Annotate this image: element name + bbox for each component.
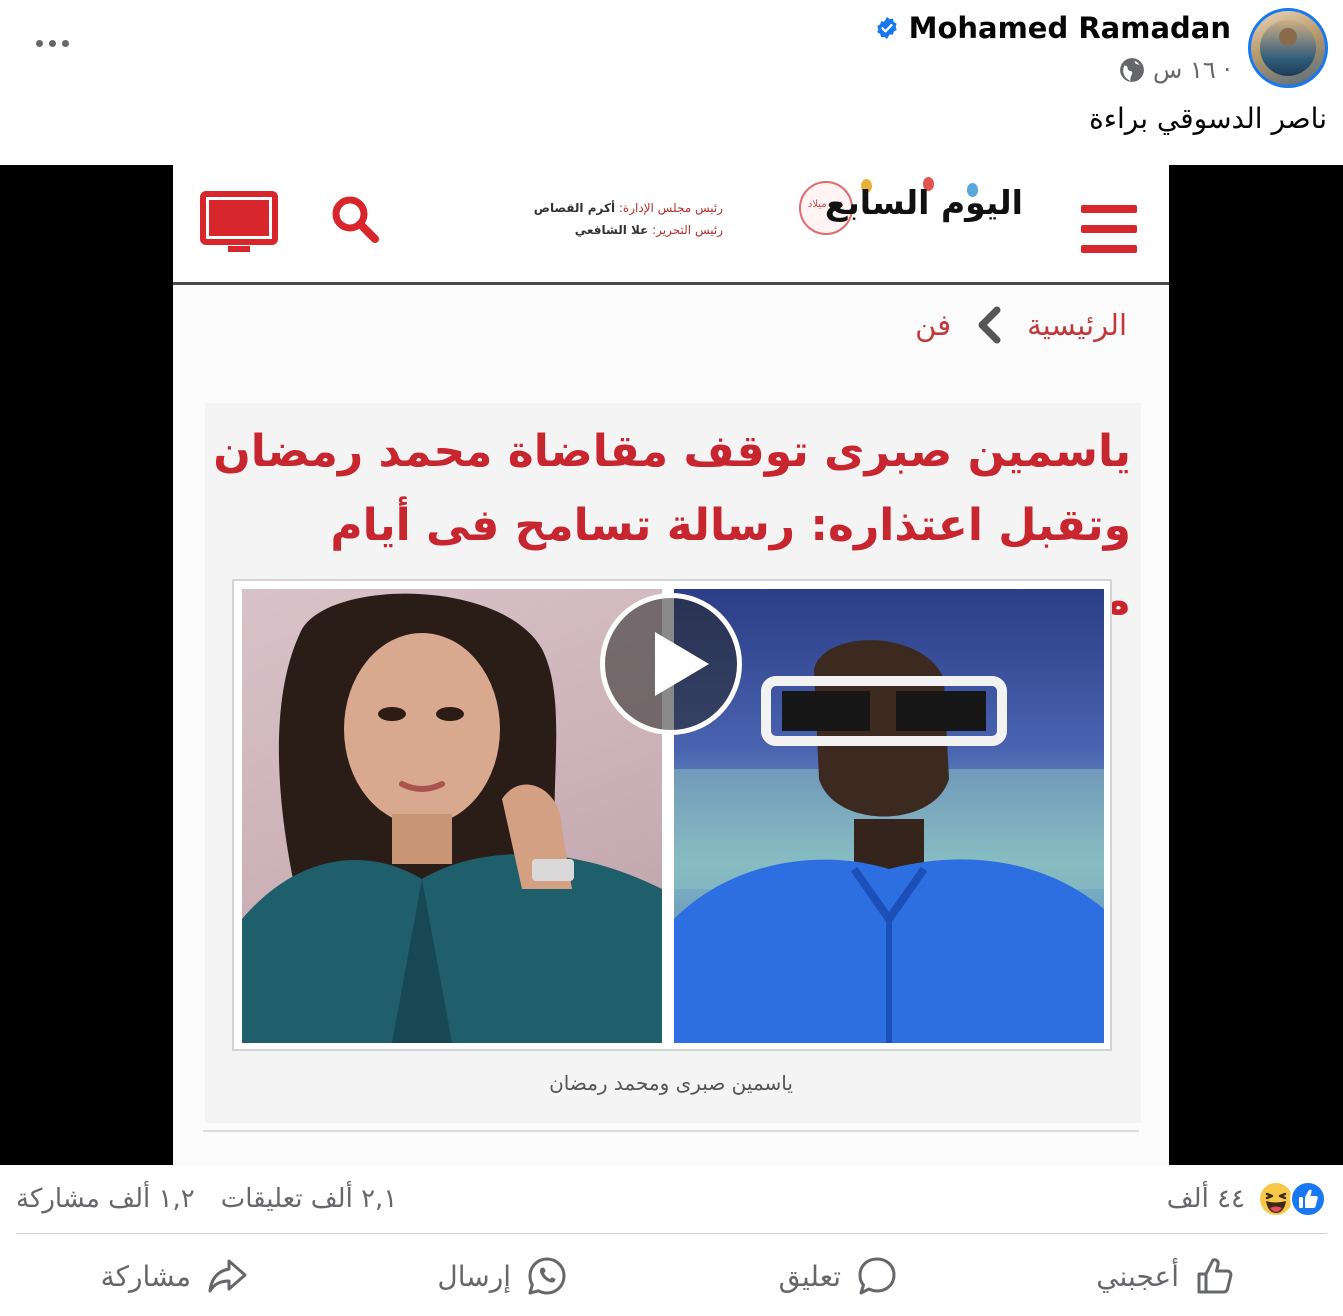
more-options-button[interactable]: [30, 26, 74, 60]
tv-monitor-icon: [200, 191, 278, 252]
breadcrumb: الرئيسية فن: [915, 303, 1127, 347]
reactions-summary[interactable]: ٤٤ ألف: [1167, 1178, 1327, 1220]
like-label: أعجبني: [1096, 1259, 1179, 1293]
photo-caption: ياسمين صبرى ومحمد رمضان: [549, 1071, 793, 1095]
editors-credit: رئيس مجلس الإدارة: أكرم القصاص رئيس التح…: [491, 197, 723, 241]
breadcrumb-section: فن: [915, 308, 952, 342]
divider: [16, 1233, 1327, 1234]
photo-woman: [242, 589, 662, 1043]
shares-count-link[interactable]: ١,٢ ألف مشاركة: [16, 1184, 195, 1214]
post-meta: ١٦ س ·: [1119, 54, 1231, 86]
editor-name: علا الشافعي: [574, 223, 649, 237]
share-label: مشاركة: [100, 1259, 191, 1293]
video-player[interactable]: رئيس مجلس الإدارة: أكرم القصاص رئيس التح…: [0, 165, 1343, 1165]
comment-label: تعليق: [778, 1259, 841, 1293]
chevron-left-icon: [978, 306, 1001, 344]
menu-icon: [1081, 205, 1137, 253]
verified-badge-icon: [876, 17, 897, 39]
avatar-photo: [1260, 20, 1316, 76]
author-avatar[interactable]: [1248, 8, 1328, 88]
breadcrumb-home: الرئيسية: [1027, 308, 1127, 342]
dot-icon: [35, 39, 43, 47]
reaction-count[interactable]: ٤٤ ألف: [1167, 1184, 1245, 1214]
send-whatsapp-button[interactable]: إرسال: [437, 1248, 569, 1304]
reaction-icons: [1257, 1180, 1327, 1218]
dot-icon: [61, 39, 69, 47]
divider: [203, 1130, 1139, 1132]
comment-bubble-icon: [858, 1257, 896, 1295]
engagement-counts: ٢,١ ألف تعليقات ١,٢ ألف مشاركة: [16, 1178, 397, 1220]
share-arrow-icon: [208, 1259, 247, 1293]
site-logo-text: اليوم السابع: [824, 183, 1023, 222]
post-timestamp[interactable]: ١٦ س ·: [1153, 56, 1231, 84]
post-caption: ناصر الدسوقي براءة: [1089, 102, 1327, 135]
like-react-icon: [1290, 1181, 1326, 1217]
whatsapp-icon: [528, 1257, 566, 1295]
play-button[interactable]: [600, 593, 742, 735]
globe-icon[interactable]: [1119, 57, 1145, 83]
thumbs-up-icon: [1197, 1258, 1233, 1294]
site-header: رئيس مجلس الإدارة: أكرم القصاص رئيس التح…: [173, 165, 1169, 285]
action-bar: أعجبني تعليق إرسال مشاركة: [0, 1240, 1343, 1310]
comment-button[interactable]: تعليق: [779, 1248, 899, 1304]
author-row: Mohamed Ramadan: [875, 10, 1231, 46]
editor-name: أكرم القصاص: [533, 201, 616, 215]
comments-count-link[interactable]: ٢,١ ألف تعليقات: [221, 1184, 398, 1214]
play-icon: [655, 632, 709, 696]
dot-icon: [48, 39, 56, 47]
share-button[interactable]: مشاركة: [101, 1248, 249, 1304]
editor-label: رئيس التحرير:: [652, 223, 723, 237]
search-icon: [332, 196, 379, 243]
send-label: إرسال: [437, 1259, 511, 1293]
editor-label: رئيس مجلس الإدارة:: [618, 201, 723, 215]
site-logo: عيد ميلاد اليوم السابع: [795, 177, 1025, 243]
author-name-link[interactable]: Mohamed Ramadan: [909, 11, 1231, 45]
like-button[interactable]: أعجبني: [1096, 1248, 1237, 1304]
